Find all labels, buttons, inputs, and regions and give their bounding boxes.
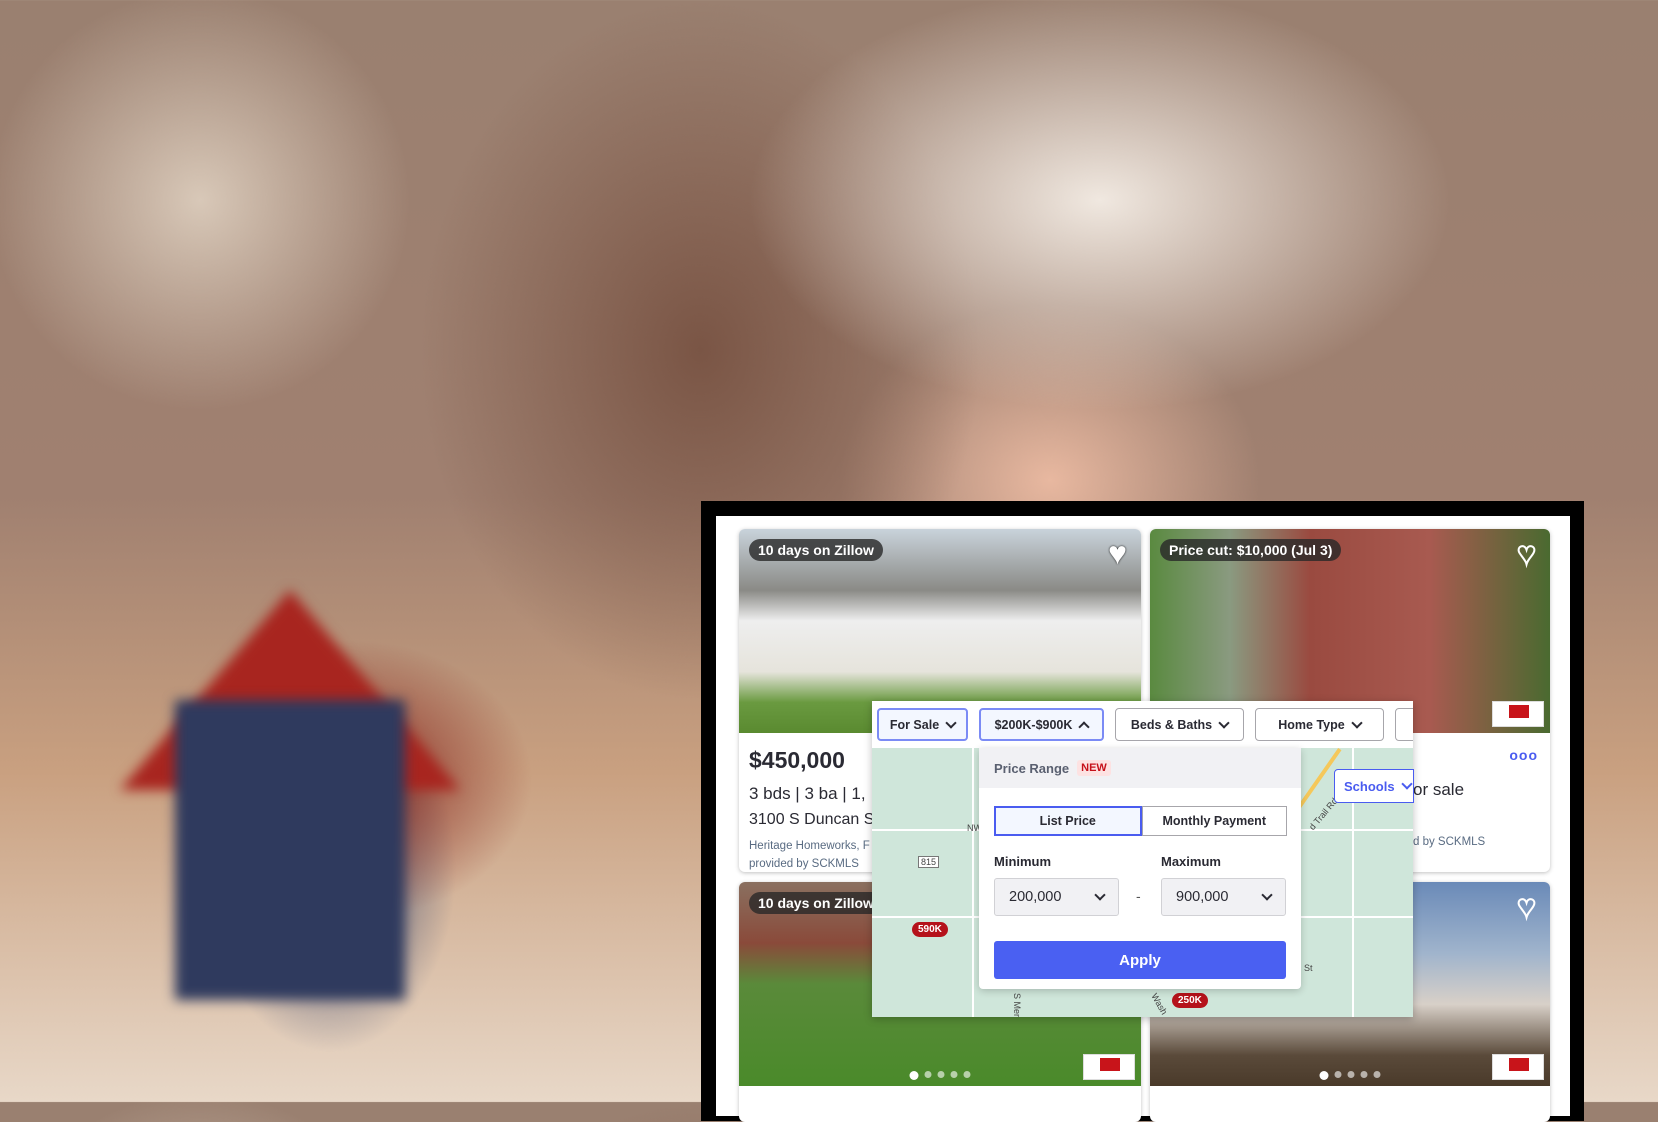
price-range-dropdown: Price Range NEW List Price Monthly Payme…: [979, 748, 1301, 989]
home-type-filter-button[interactable]: Home Type: [1255, 708, 1384, 741]
photo-carousel-dots[interactable]: [909, 1071, 971, 1080]
listing-status: or sale: [1413, 780, 1465, 799]
price-type-toggle: List Price Monthly Payment: [994, 806, 1287, 836]
chevron-down-icon: [1400, 778, 1413, 790]
more-filter-button[interactable]: [1395, 708, 1413, 741]
chevron-down-icon: [1094, 889, 1106, 901]
map-price-pin[interactable]: 250K: [1172, 993, 1208, 1008]
for-sale-label: For Sale: [889, 717, 940, 732]
for-sale-filter-button[interactable]: For Sale: [877, 708, 968, 741]
listing-facts: 3 bds | 3 ba | 1,: [749, 784, 866, 803]
chevron-down-icon: [1261, 889, 1273, 901]
price-range-title: Price Range: [994, 760, 1070, 776]
chevron-down-icon: [1218, 716, 1230, 729]
beds-baths-filter-button[interactable]: Beds & Baths: [1115, 708, 1244, 741]
mls-logo: [1083, 1054, 1135, 1080]
tab-list-price[interactable]: List Price: [994, 806, 1142, 836]
mls-logo: [1492, 701, 1544, 727]
listing-mls: provided by SCKMLS: [749, 858, 859, 870]
minimum-label: Minimum: [994, 854, 1052, 869]
maximum-price-select[interactable]: 900,000: [1161, 878, 1286, 916]
more-options-icon[interactable]: ooo: [1509, 747, 1538, 763]
range-separator: -: [1136, 888, 1141, 904]
chevron-down-icon: [1351, 716, 1363, 729]
maximum-value: 900,000: [1176, 889, 1229, 905]
chevron-up-icon: [1078, 720, 1091, 733]
dropdown-header: Price Range NEW: [979, 748, 1301, 788]
days-on-zillow-badge: 10 days on Zillow: [749, 892, 883, 914]
map-label: Wash: [1149, 991, 1170, 1017]
background-house-body: [175, 700, 405, 1000]
heart-outline-icon[interactable]: ♥: [1516, 887, 1537, 925]
photo-carousel-dots[interactable]: [1319, 1071, 1381, 1080]
heart-outline-icon[interactable]: ♥: [1516, 534, 1537, 572]
tab-monthly-payment[interactable]: Monthly Payment: [1141, 806, 1287, 836]
map-label: 815: [918, 856, 940, 868]
heart-icon[interactable]: ♥: [1108, 535, 1127, 572]
mls-logo: [1492, 1054, 1544, 1080]
listing-broker: Heritage Homeworks, F: [749, 840, 870, 852]
map-label: S Meri: [1012, 992, 1023, 1017]
maximum-label: Maximum: [1161, 854, 1221, 869]
price-filter-button[interactable]: $200K-$900K: [979, 708, 1104, 741]
price-cut-badge: Price cut: $10,000 (Jul 3): [1160, 539, 1342, 561]
listing-address[interactable]: 3100 S Duncan S: [749, 811, 874, 829]
filter-bar: For Sale $200K-$900K Beds & Baths Home T…: [872, 701, 1413, 748]
beds-baths-label: Beds & Baths: [1130, 717, 1213, 732]
schools-button[interactable]: Schools: [1334, 769, 1414, 803]
map-price-pin[interactable]: 590K: [912, 922, 948, 937]
minimum-price-select[interactable]: 200,000: [994, 878, 1119, 916]
schools-label: Schools: [1344, 778, 1395, 794]
price-label: $200K-$900K: [994, 717, 1073, 732]
new-badge: NEW: [1077, 760, 1111, 776]
chevron-down-icon: [945, 716, 957, 729]
listing-price: $450,000: [749, 747, 845, 773]
listing-mls: d by SCKMLS: [1413, 836, 1486, 848]
home-type-label: Home Type: [1278, 717, 1345, 732]
map-label: St: [1304, 963, 1313, 973]
minimum-value: 200,000: [1009, 889, 1062, 905]
days-on-zillow-badge: 10 days on Zillow: [749, 539, 883, 561]
apply-button[interactable]: Apply: [994, 941, 1286, 979]
